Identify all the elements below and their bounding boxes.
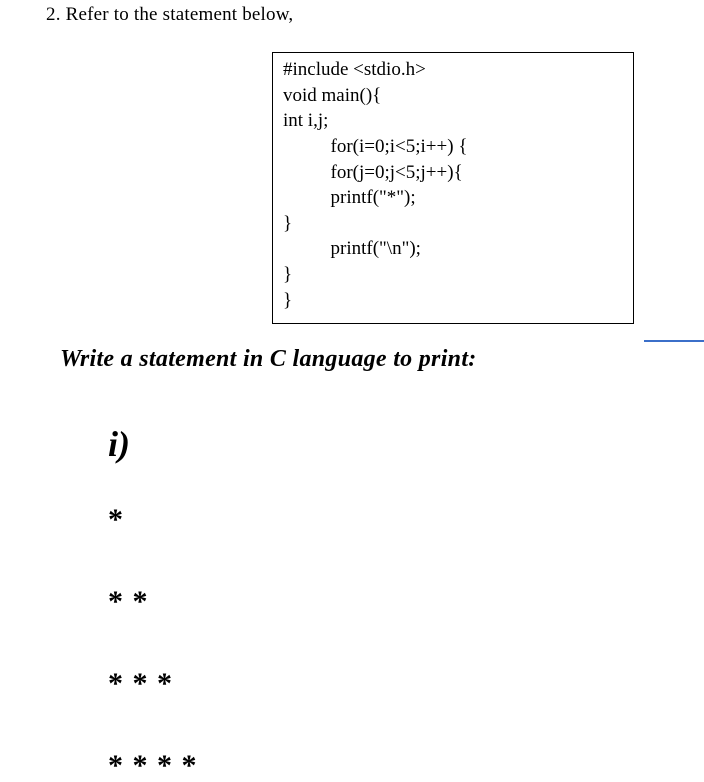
pattern-row: * * * *: [108, 751, 704, 781]
code-line: for(j=0;j<5;j++){: [283, 160, 623, 186]
code-line: for(i=0;i<5;i++) {: [283, 134, 623, 160]
star-pattern: * * * * * * * * * *: [0, 505, 704, 781]
subpart-label: i): [0, 423, 704, 465]
star-icon: * * * *: [108, 751, 198, 781]
star-icon: * * *: [108, 669, 173, 699]
code-line: }: [283, 262, 623, 288]
star-icon: *: [108, 505, 124, 535]
code-line: void main(){: [283, 83, 623, 109]
code-line: #include <stdio.h>: [283, 57, 623, 83]
code-line: printf("*");: [283, 185, 623, 211]
star-icon: * *: [108, 587, 149, 617]
code-line: int i,j;: [283, 108, 623, 134]
pattern-row: *: [108, 505, 704, 535]
question-prompt: 2. Refer to the statement below,: [0, 4, 704, 26]
question-number: 2.: [46, 4, 61, 25]
instruction-prompt: Write a statement in C language to print…: [0, 346, 704, 373]
instruction-text: Write a statement in C language to print…: [60, 346, 477, 372]
pattern-row: * * *: [108, 669, 704, 699]
code-line: }: [283, 211, 623, 237]
question-text-content: Refer to the statement below,: [66, 4, 294, 25]
underline-decoration: [644, 340, 704, 342]
code-box: #include <stdio.h> void main(){ int i,j;…: [272, 52, 634, 324]
code-line: printf("\n");: [283, 236, 623, 262]
code-line: }: [283, 288, 623, 314]
pattern-row: * *: [108, 587, 704, 617]
